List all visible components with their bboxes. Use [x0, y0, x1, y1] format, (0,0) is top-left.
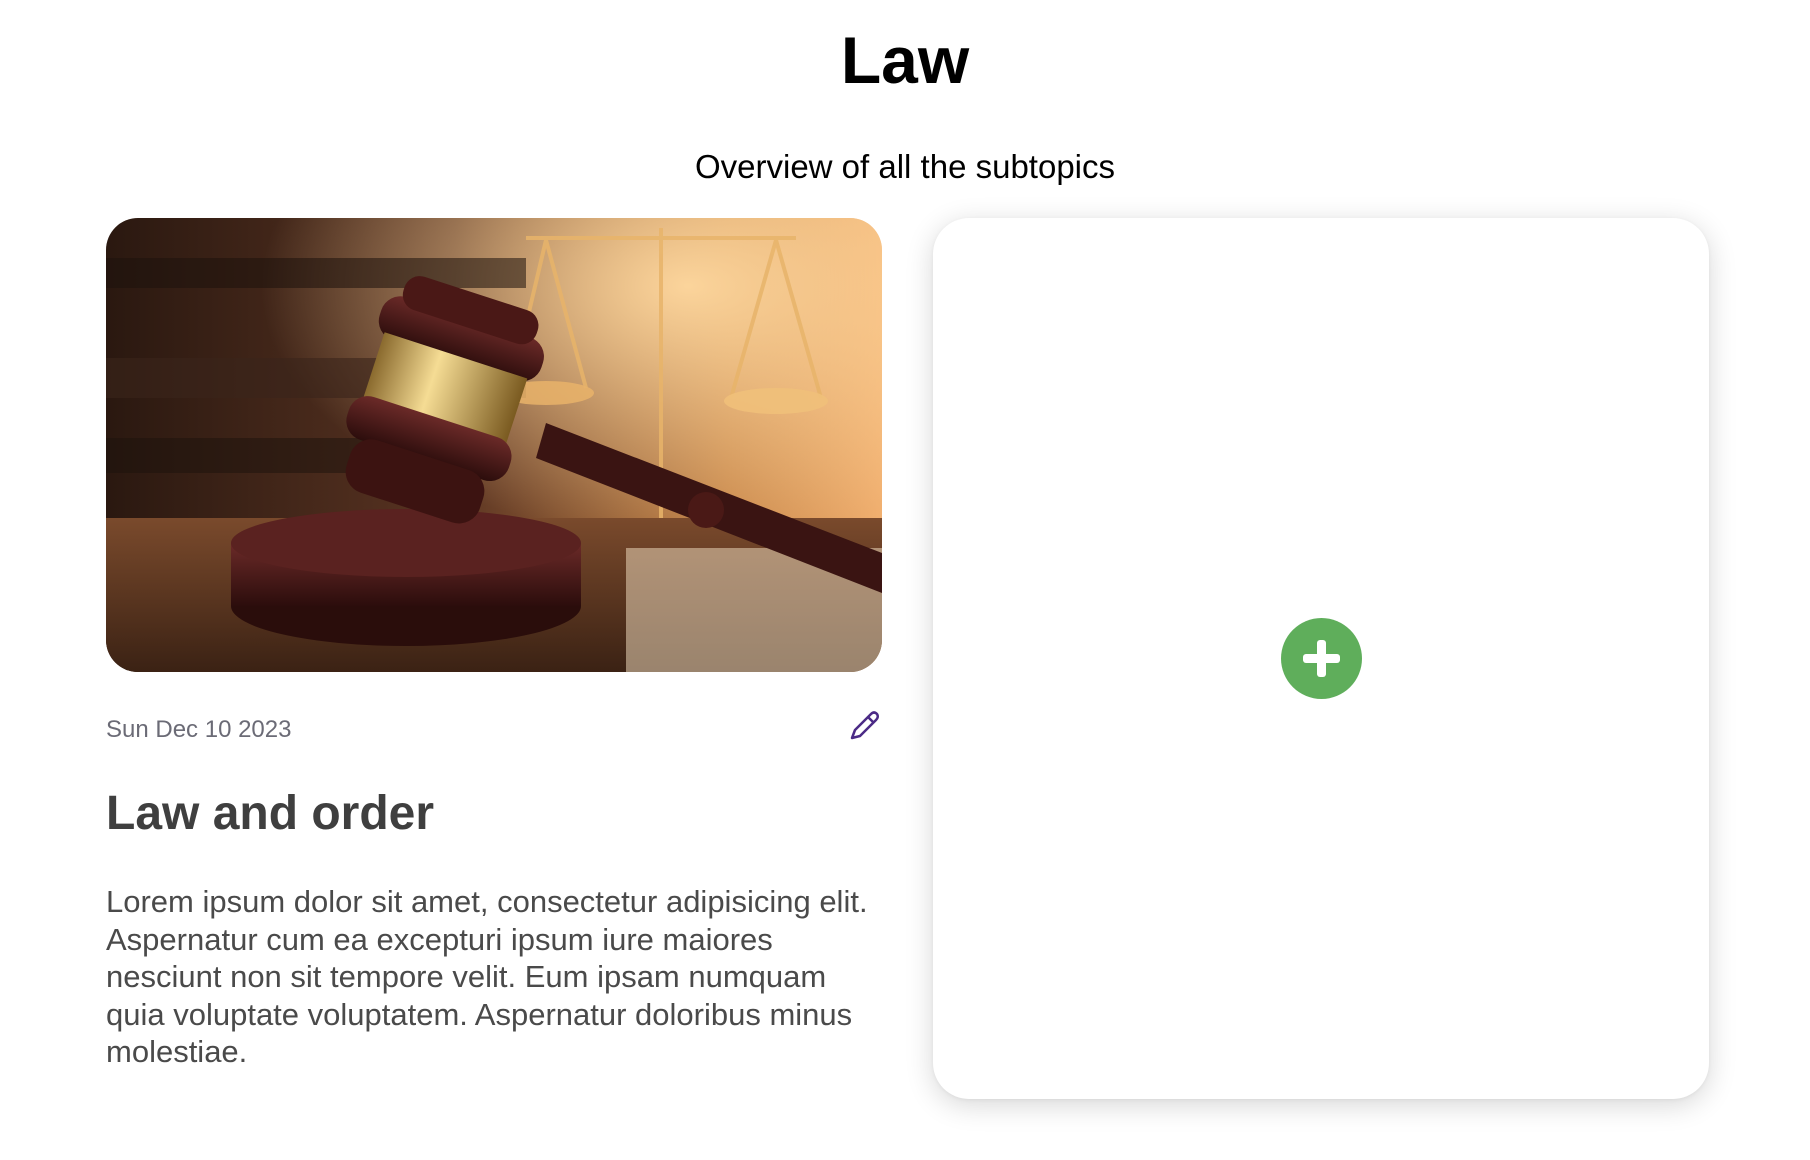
add-topic-card[interactable] — [933, 218, 1709, 1099]
page-subtitle: Overview of all the subtopics — [694, 148, 1116, 185]
topic-title[interactable]: Law and order — [106, 786, 882, 841]
card-meta: Sun Dec 10 2023 — [106, 711, 882, 776]
topic-description: Lorem ipsum dolor sit amet, consectetur … — [106, 884, 868, 1069]
add-topic-button[interactable] — [1281, 618, 1362, 699]
page-title: Law — [840, 23, 970, 97]
page: Law Overview of all the subtopics Sun De… — [0, 0, 1810, 1160]
topic-image[interactable] — [106, 218, 882, 672]
pencil-icon[interactable] — [846, 708, 882, 744]
topic-date: Sun Dec 10 2023 — [106, 716, 292, 743]
plus-circle-icon — [1303, 640, 1340, 677]
topic-card[interactable]: Sun Dec 10 2023 Law and order Lorem ipsu… — [106, 218, 882, 1071]
